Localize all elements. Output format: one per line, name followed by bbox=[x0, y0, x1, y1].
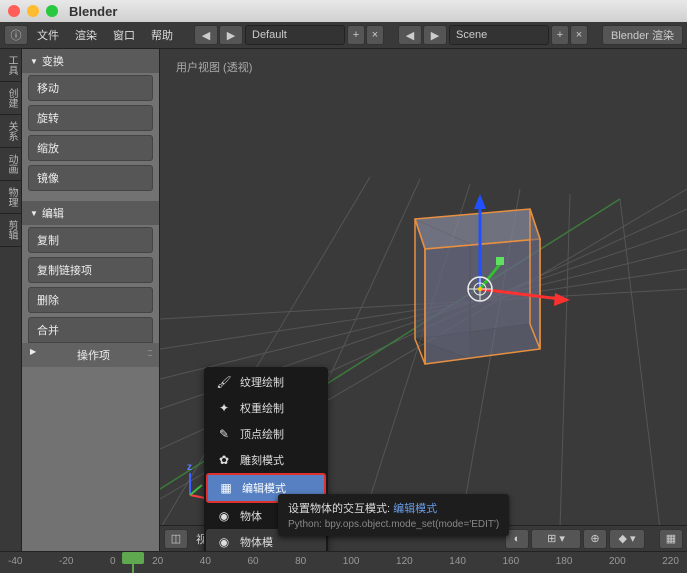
btn-rotate[interactable]: 旋转 bbox=[28, 105, 153, 131]
close-window-icon[interactable] bbox=[8, 5, 20, 17]
scene-select[interactable]: Scene bbox=[449, 25, 549, 45]
menu-help[interactable]: 帮助 bbox=[144, 27, 180, 43]
tooltip-title: 设置物体的交互模式: 编辑模式 bbox=[288, 500, 499, 516]
add-scene-icon[interactable]: + bbox=[551, 25, 569, 45]
tab-create[interactable]: 创建 bbox=[0, 82, 21, 115]
mode-label: 物体 bbox=[240, 508, 262, 524]
timeline-mark: 40 bbox=[200, 556, 211, 567]
menu-file[interactable]: 文件 bbox=[30, 27, 66, 43]
layout-label: Default bbox=[252, 29, 287, 41]
timeline-mark: -40 bbox=[8, 556, 22, 567]
timeline-mark: 20 bbox=[152, 556, 163, 567]
info-header: ⓘ 文件 渲染 窗口 帮助 ◀ ▶ Default + × ◀ ▶ Scene … bbox=[0, 22, 687, 49]
timeline-cursor[interactable] bbox=[132, 552, 134, 573]
timeline-mark: 140 bbox=[449, 556, 466, 567]
timeline-mark: 120 bbox=[396, 556, 413, 567]
tab-relations[interactable]: 关系 bbox=[0, 115, 21, 148]
menu-window[interactable]: 窗口 bbox=[106, 27, 142, 43]
mode-vertex-paint[interactable]: ✎ 顶点绘制 bbox=[206, 421, 326, 447]
tool-shelf: 变换 移动 旋转 缩放 镜像 编辑 复制 复制链接项 删除 合并 操作项 :::… bbox=[22, 49, 160, 551]
gizmo-icon[interactable]: ⊕ bbox=[583, 529, 607, 549]
mode-label: 权重绘制 bbox=[240, 400, 284, 416]
timeline[interactable]: -40 -20 0 20 40 60 80 100 120 140 160 18… bbox=[0, 551, 687, 573]
mode-label: 物体模 bbox=[240, 534, 273, 550]
tooltip-mode: 编辑模式 bbox=[393, 503, 437, 515]
btn-translate[interactable]: 移动 bbox=[28, 75, 153, 101]
next-layout-icon[interactable]: ▶ bbox=[219, 25, 243, 45]
tooltip-prefix: 设置物体的交互模式: bbox=[288, 503, 393, 515]
editor-type-icon[interactable]: ⓘ bbox=[4, 25, 28, 45]
timeline-mark: 220 bbox=[662, 556, 679, 567]
tab-physics[interactable]: 物理 bbox=[0, 181, 21, 214]
brush-icon: 🖌 bbox=[216, 374, 232, 390]
maximize-window-icon[interactable] bbox=[46, 5, 58, 17]
panel-history-header[interactable]: 操作项 :::: bbox=[22, 343, 159, 367]
btn-scale[interactable]: 缩放 bbox=[28, 135, 153, 161]
minimize-window-icon[interactable] bbox=[27, 5, 39, 17]
object-icon: ◉ bbox=[216, 534, 232, 550]
vertex-icon: ✎ bbox=[216, 426, 232, 442]
timeline-mark: -20 bbox=[59, 556, 73, 567]
menu-render[interactable]: 渲染 bbox=[68, 27, 104, 43]
mode-texture-paint[interactable]: 🖌 纹理绘制 bbox=[206, 369, 326, 395]
panel-transform-header[interactable]: 变换 bbox=[22, 49, 159, 73]
remove-layout-icon[interactable]: × bbox=[366, 25, 384, 45]
render-engine-select[interactable]: Blender 渲染 bbox=[602, 25, 683, 45]
timeline-mark: 0 bbox=[110, 556, 116, 567]
edit-icon: ▦ bbox=[218, 480, 234, 496]
sculpt-icon: ✿ bbox=[216, 452, 232, 468]
timeline-mark: 180 bbox=[556, 556, 573, 567]
object-icon: ◉ bbox=[216, 508, 232, 524]
scene-browse2-icon[interactable]: ▶ bbox=[423, 25, 447, 45]
timeline-mark: 160 bbox=[503, 556, 520, 567]
overlays-icon[interactable]: ⊞ ▾ bbox=[531, 529, 581, 549]
add-layout-icon[interactable]: + bbox=[347, 25, 365, 45]
history-label: 操作项 bbox=[77, 347, 110, 363]
prev-layout-icon[interactable]: ◀ bbox=[194, 25, 218, 45]
timeline-mark: 60 bbox=[247, 556, 258, 567]
engine-label: Blender 渲染 bbox=[611, 27, 674, 43]
mode-sculpt[interactable]: ✿ 雕刻模式 bbox=[206, 447, 326, 473]
timeline-mark: 100 bbox=[343, 556, 360, 567]
axis-z-label: z bbox=[187, 462, 192, 473]
mode-label: 纹理绘制 bbox=[240, 374, 284, 390]
mode-weight-paint[interactable]: ✦ 权重绘制 bbox=[206, 395, 326, 421]
weight-icon: ✦ bbox=[216, 400, 232, 416]
timeline-mark: 80 bbox=[295, 556, 306, 567]
btn-join[interactable]: 合并 bbox=[28, 317, 153, 343]
grip-icon[interactable]: :::: bbox=[147, 347, 151, 363]
scene-browse-icon[interactable]: ◀ bbox=[398, 25, 422, 45]
tool-tabs: 工具 创建 关系 动画 物理 剪辑 bbox=[0, 49, 22, 551]
remove-scene-icon[interactable]: × bbox=[570, 25, 588, 45]
layers-icon[interactable]: ▦ bbox=[659, 529, 683, 549]
app-title: Blender bbox=[69, 4, 117, 19]
window-titlebar: Blender bbox=[0, 0, 687, 22]
scene-label: Scene bbox=[456, 29, 487, 41]
timeline-marks: -40 -20 0 20 40 60 80 100 120 140 160 18… bbox=[0, 552, 687, 571]
btn-duplicate-linked[interactable]: 复制链接项 bbox=[28, 257, 153, 283]
tab-tools[interactable]: 工具 bbox=[0, 49, 21, 82]
tooltip-python: Python: bpy.ops.object.mode_set(mode='ED… bbox=[288, 519, 499, 530]
viewport-editor-icon[interactable]: ◫ bbox=[164, 529, 188, 549]
snap-icon[interactable]: ◆ ▾ bbox=[609, 529, 645, 549]
btn-mirror[interactable]: 镜像 bbox=[28, 165, 153, 191]
tab-greasepencil[interactable]: 剪辑 bbox=[0, 214, 21, 247]
mode-label: 雕刻模式 bbox=[240, 452, 284, 468]
layout-select[interactable]: Default bbox=[245, 25, 345, 45]
mode-label: 顶点绘制 bbox=[240, 426, 284, 442]
timeline-mark: 200 bbox=[609, 556, 626, 567]
btn-duplicate[interactable]: 复制 bbox=[28, 227, 153, 253]
tab-animation[interactable]: 动画 bbox=[0, 148, 21, 181]
btn-delete[interactable]: 删除 bbox=[28, 287, 153, 313]
tooltip: 设置物体的交互模式: 编辑模式 Python: bpy.ops.object.m… bbox=[278, 494, 509, 536]
panel-edit-header[interactable]: 编辑 bbox=[22, 201, 159, 225]
